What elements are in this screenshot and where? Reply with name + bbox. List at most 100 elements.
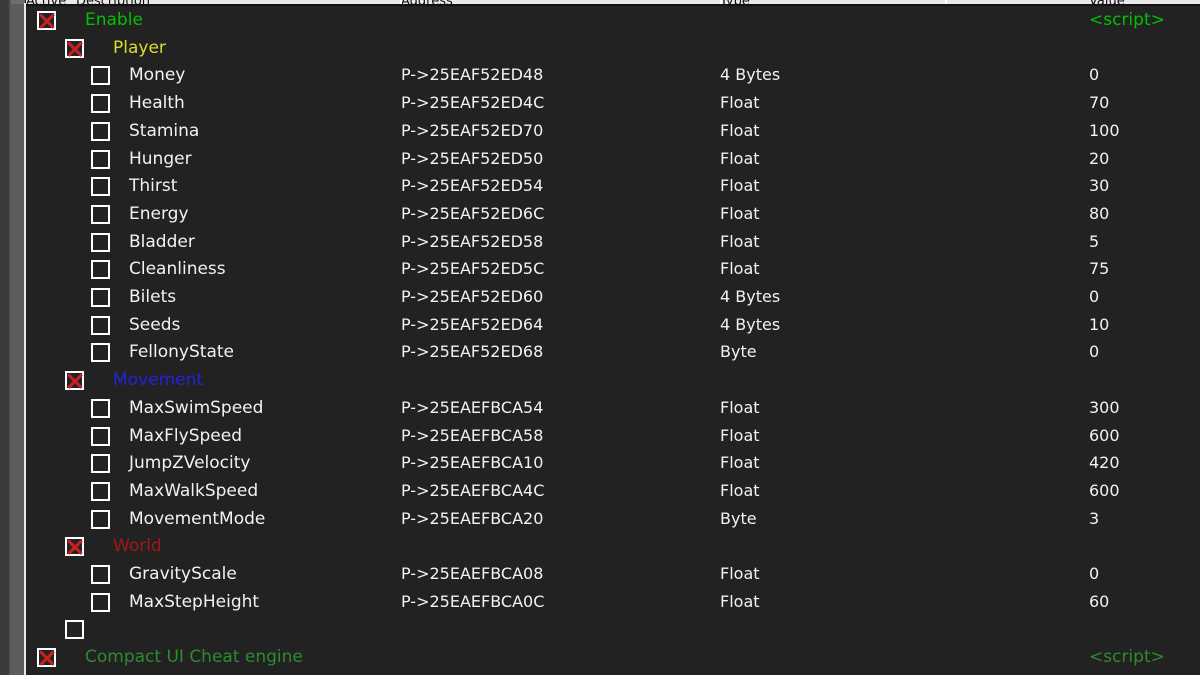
- entry-address[interactable]: P->25EAF52ED50: [401, 145, 543, 173]
- entry-description[interactable]: MaxSwimSpeed: [129, 394, 263, 422]
- entry-value[interactable]: 420: [1089, 449, 1120, 477]
- entry-type[interactable]: Float: [720, 449, 760, 477]
- entry-address[interactable]: P->25EAEFBCA20: [401, 505, 543, 533]
- entry-type[interactable]: Float: [720, 89, 760, 117]
- entry-address[interactable]: P->25EAF52ED4C: [401, 89, 544, 117]
- table-row[interactable]: MaxStepHeight P->25EAEFBCA0C Float 60: [26, 588, 1200, 616]
- entry-description[interactable]: Energy: [129, 200, 189, 228]
- entry-address[interactable]: P->25EAEFBCA58: [401, 422, 543, 450]
- table-row[interactable]: Cleanliness P->25EAF52ED5C Float 75: [26, 255, 1200, 283]
- table-row[interactable]: Movement: [26, 366, 1200, 394]
- checkbox-unchecked-icon[interactable]: [91, 66, 110, 85]
- entry-address[interactable]: P->25EAF52ED64: [401, 311, 543, 339]
- entry-description[interactable]: Enable: [85, 6, 143, 34]
- table-row[interactable]: FellonyState P->25EAF52ED68 Byte 0: [26, 338, 1200, 366]
- checkbox-unchecked-icon[interactable]: [65, 620, 84, 639]
- entry-value[interactable]: 100: [1089, 117, 1120, 145]
- checkbox-unchecked-icon[interactable]: [91, 122, 110, 141]
- entry-description[interactable]: JumpZVelocity: [129, 449, 250, 477]
- checkbox-checked-icon[interactable]: [37, 648, 56, 667]
- table-row[interactable]: World: [26, 532, 1200, 560]
- entry-description[interactable]: MaxStepHeight: [129, 588, 259, 616]
- checkbox-unchecked-icon[interactable]: [91, 343, 110, 362]
- entry-script-link[interactable]: <script>: [1089, 6, 1165, 34]
- table-row[interactable]: Stamina P->25EAF52ED70 Float 100: [26, 117, 1200, 145]
- entry-type[interactable]: 4 Bytes: [720, 283, 780, 311]
- entry-description[interactable]: MovementMode: [129, 505, 265, 533]
- table-row[interactable]: [26, 615, 1200, 643]
- table-row[interactable]: Thirst P->25EAF52ED54 Float 30: [26, 172, 1200, 200]
- checkbox-checked-icon[interactable]: [37, 11, 56, 30]
- table-row[interactable]: MovementMode P->25EAEFBCA20 Byte 3: [26, 505, 1200, 533]
- checkbox-unchecked-icon[interactable]: [91, 205, 110, 224]
- entry-type[interactable]: Float: [720, 477, 760, 505]
- entry-type[interactable]: Float: [720, 145, 760, 173]
- entry-address[interactable]: P->25EAEFBCA54: [401, 394, 543, 422]
- cheat-entry-list[interactable]: Enable <script> Player Money P->25EAF52ED48 4…: [26, 6, 1200, 675]
- entry-description[interactable]: GravityScale: [129, 560, 237, 588]
- table-row[interactable]: Energy P->25EAF52ED6C Float 80: [26, 200, 1200, 228]
- entry-type[interactable]: 4 Bytes: [720, 311, 780, 339]
- entry-description[interactable]: Bilets: [129, 283, 176, 311]
- entry-type[interactable]: Float: [720, 394, 760, 422]
- entry-type[interactable]: Byte: [720, 505, 757, 533]
- checkbox-unchecked-icon[interactable]: [91, 399, 110, 418]
- table-row[interactable]: JumpZVelocity P->25EAEFBCA10 Float 420: [26, 449, 1200, 477]
- checkbox-checked-icon[interactable]: [65, 39, 84, 58]
- entry-address[interactable]: P->25EAF52ED60: [401, 283, 543, 311]
- checkbox-unchecked-icon[interactable]: [91, 233, 110, 252]
- entry-address[interactable]: P->25EAEFBCA0C: [401, 588, 544, 616]
- entry-value[interactable]: 0: [1089, 560, 1099, 588]
- checkbox-unchecked-icon[interactable]: [91, 260, 110, 279]
- table-row[interactable]: MaxFlySpeed P->25EAEFBCA58 Float 600: [26, 422, 1200, 450]
- entry-description[interactable]: Movement: [113, 366, 203, 394]
- table-row[interactable]: Compact UI Cheat engine <script>: [26, 643, 1200, 671]
- entry-address[interactable]: P->25EAEFBCA4C: [401, 477, 544, 505]
- checkbox-checked-icon[interactable]: [65, 371, 84, 390]
- table-row[interactable]: Money P->25EAF52ED48 4 Bytes 0: [26, 61, 1200, 89]
- entry-description[interactable]: World: [113, 532, 162, 560]
- entry-value[interactable]: 80: [1089, 200, 1109, 228]
- table-row[interactable]: Seeds P->25EAF52ED64 4 Bytes 10: [26, 311, 1200, 339]
- entry-description[interactable]: Thirst: [129, 172, 177, 200]
- entry-value[interactable]: 5: [1089, 228, 1099, 256]
- entry-type[interactable]: 4 Bytes: [720, 61, 780, 89]
- checkbox-unchecked-icon[interactable]: [91, 565, 110, 584]
- checkbox-unchecked-icon[interactable]: [91, 593, 110, 612]
- table-row[interactable]: GravityScale P->25EAEFBCA08 Float 0: [26, 560, 1200, 588]
- entry-value[interactable]: 0: [1089, 338, 1099, 366]
- entry-value[interactable]: 3: [1089, 505, 1099, 533]
- entry-value[interactable]: 30: [1089, 172, 1109, 200]
- entry-address[interactable]: P->25EAF52ED54: [401, 172, 543, 200]
- entry-value[interactable]: 0: [1089, 61, 1099, 89]
- checkbox-unchecked-icon[interactable]: [91, 177, 110, 196]
- entry-description[interactable]: Money: [129, 61, 185, 89]
- table-row[interactable]: Bladder P->25EAF52ED58 Float 5: [26, 228, 1200, 256]
- entry-description[interactable]: Stamina: [129, 117, 199, 145]
- entry-address[interactable]: P->25EAF52ED48: [401, 61, 543, 89]
- entry-address[interactable]: P->25EAF52ED68: [401, 338, 543, 366]
- entry-description[interactable]: MaxFlySpeed: [129, 422, 242, 450]
- entry-address[interactable]: P->25EAEFBCA08: [401, 560, 543, 588]
- entry-type[interactable]: Float: [720, 200, 760, 228]
- entry-type[interactable]: Float: [720, 588, 760, 616]
- table-row[interactable]: Player: [26, 34, 1200, 62]
- entry-value[interactable]: 75: [1089, 255, 1109, 283]
- entry-address[interactable]: P->25EAF52ED6C: [401, 200, 544, 228]
- entry-value[interactable]: 10: [1089, 311, 1109, 339]
- table-row[interactable]: Health P->25EAF52ED4C Float 70: [26, 89, 1200, 117]
- checkbox-unchecked-icon[interactable]: [91, 316, 110, 335]
- checkbox-unchecked-icon[interactable]: [91, 482, 110, 501]
- entry-description[interactable]: Compact UI Cheat engine: [85, 643, 303, 671]
- table-row[interactable]: MaxSwimSpeed P->25EAEFBCA54 Float 300: [26, 394, 1200, 422]
- entry-description[interactable]: Health: [129, 89, 185, 117]
- checkbox-checked-icon[interactable]: [65, 537, 84, 556]
- entry-value[interactable]: 600: [1089, 477, 1120, 505]
- entry-description[interactable]: Bladder: [129, 228, 195, 256]
- entry-address[interactable]: P->25EAF52ED70: [401, 117, 543, 145]
- table-row[interactable]: Bilets P->25EAF52ED60 4 Bytes 0: [26, 283, 1200, 311]
- entry-type[interactable]: Byte: [720, 338, 757, 366]
- checkbox-unchecked-icon[interactable]: [91, 94, 110, 113]
- entry-description[interactable]: Seeds: [129, 311, 180, 339]
- entry-description[interactable]: Cleanliness: [129, 255, 226, 283]
